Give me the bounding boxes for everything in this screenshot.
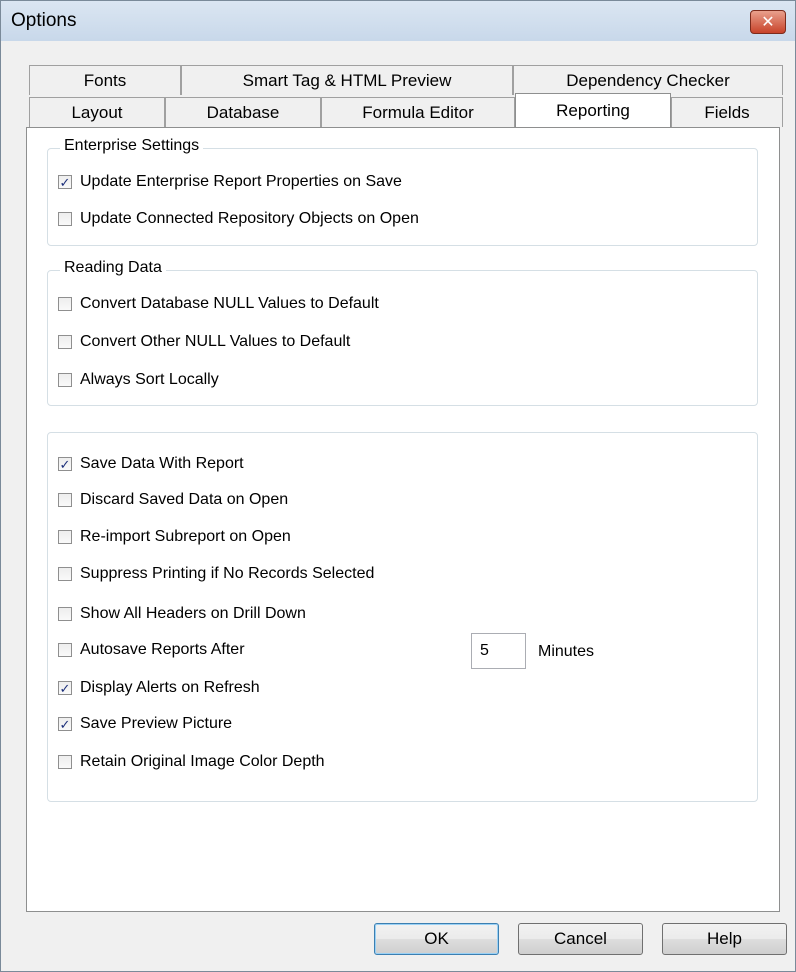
ok-button[interactable]: OK (374, 923, 499, 955)
help-label: Help (707, 929, 742, 948)
group-title: Enterprise Settings (60, 137, 204, 155)
tab-reporting[interactable]: Reporting (515, 93, 671, 127)
options-dialog: Options ✕ Fonts Smart Tag & HTML Preview… (0, 0, 796, 972)
help-button[interactable]: Help (662, 923, 787, 955)
window-title: Options (11, 10, 77, 31)
cancel-button[interactable]: Cancel (518, 923, 643, 955)
cancel-label: Cancel (554, 929, 607, 948)
tab-smart-tag-html-preview[interactable]: Smart Tag & HTML Preview (181, 65, 513, 95)
checkbox-label: Re-import Subreport on Open (80, 528, 291, 545)
checkbox-label: Save Preview Picture (80, 715, 233, 732)
discard-saved-data-checkbox[interactable]: Discard Saved Data on Open (58, 491, 288, 509)
tab-row-lower: Layout Database Formula Editor Reporting… (29, 93, 783, 127)
enterprise-settings-group: Enterprise Settings ✓ Update Enterprise … (47, 137, 758, 246)
tab-database[interactable]: Database (165, 97, 321, 127)
title-bar[interactable]: Options ✕ (1, 1, 795, 41)
tab-fields[interactable]: Fields (671, 97, 783, 127)
checkmark-icon[interactable]: ✓ (58, 681, 72, 695)
checkbox-label: Discard Saved Data on Open (80, 491, 289, 508)
checkmark-icon[interactable]: ✓ (58, 457, 72, 471)
checkbox-label: Display Alerts on Refresh (80, 679, 260, 696)
suppress-printing-checkbox[interactable]: Suppress Printing if No Records Selected (58, 565, 374, 583)
reimport-subreport-checkbox[interactable]: Re-import Subreport on Open (58, 528, 291, 546)
checkbox-box[interactable] (58, 212, 72, 226)
autosave-reports-checkbox[interactable]: Autosave Reports After (58, 641, 245, 659)
close-icon: ✕ (761, 14, 775, 31)
tab-label: Dependency Checker (566, 70, 730, 90)
checkbox-box[interactable] (58, 643, 72, 657)
checkbox-label: Update Connected Repository Objects on O… (80, 210, 419, 227)
checkmark-icon[interactable]: ✓ (58, 175, 72, 189)
checkbox-box[interactable] (58, 530, 72, 544)
display-alerts-checkbox[interactable]: ✓ Display Alerts on Refresh (58, 679, 260, 697)
tab-label: Fields (704, 102, 750, 122)
checkbox-label: Autosave Reports After (80, 641, 245, 658)
tab-layout[interactable]: Layout (29, 97, 165, 127)
tab-row-upper: Fonts Smart Tag & HTML Preview Dependenc… (29, 65, 783, 95)
save-data-with-report-checkbox[interactable]: ✓ Save Data With Report (58, 455, 244, 473)
tab-label: Formula Editor (362, 102, 474, 122)
checkbox-box[interactable] (58, 607, 72, 621)
checkbox-box[interactable] (58, 567, 72, 581)
autosave-minutes-value: 5 (480, 642, 489, 659)
minutes-label: Minutes (538, 643, 595, 660)
checkbox-label: Update Enterprise Report Properties on S… (80, 173, 402, 190)
checkbox-label: Show All Headers on Drill Down (80, 605, 306, 622)
close-button[interactable]: ✕ (750, 10, 786, 34)
ok-label: OK (424, 929, 449, 948)
checkmark-icon[interactable]: ✓ (58, 717, 72, 731)
reading-data-group: Reading Data Convert Database NULL Value… (47, 259, 758, 406)
autosave-minutes-input[interactable]: 5 (471, 633, 526, 669)
show-all-headers-checkbox[interactable]: Show All Headers on Drill Down (58, 605, 306, 623)
save-preview-picture-checkbox[interactable]: ✓ Save Preview Picture (58, 715, 232, 733)
checkbox-label: Convert Other NULL Values to Default (80, 333, 351, 350)
tab-label: Database (206, 102, 280, 122)
tab-dependency-checker[interactable]: Dependency Checker (513, 65, 783, 95)
checkbox-box[interactable] (58, 755, 72, 769)
tab-fonts[interactable]: Fonts (29, 65, 181, 95)
update-connected-repository-checkbox[interactable]: Update Connected Repository Objects on O… (58, 210, 419, 228)
retain-color-depth-checkbox[interactable]: Retain Original Image Color Depth (58, 753, 325, 771)
tab-formula-editor[interactable]: Formula Editor (321, 97, 515, 127)
checkbox-box[interactable] (58, 373, 72, 387)
tab-label: Layout (71, 102, 123, 122)
reporting-tab-panel: Enterprise Settings ✓ Update Enterprise … (26, 127, 780, 912)
checkbox-label: Save Data With Report (80, 455, 244, 472)
checkbox-box[interactable] (58, 335, 72, 349)
checkbox-label: Retain Original Image Color Depth (80, 753, 325, 770)
tab-label: Smart Tag & HTML Preview (242, 70, 452, 90)
convert-other-null-checkbox[interactable]: Convert Other NULL Values to Default (58, 333, 350, 351)
checkbox-box[interactable] (58, 297, 72, 311)
convert-database-null-checkbox[interactable]: Convert Database NULL Values to Default (58, 295, 379, 313)
report-options-group: ✓ Save Data With Report Discard Saved Da… (47, 432, 758, 802)
always-sort-locally-checkbox[interactable]: Always Sort Locally (58, 371, 219, 389)
checkbox-label: Always Sort Locally (80, 371, 219, 388)
tab-label: Fonts (83, 70, 127, 90)
checkbox-box[interactable] (58, 493, 72, 507)
group-title: Reading Data (60, 259, 166, 277)
checkbox-label: Suppress Printing if No Records Selected (80, 565, 375, 582)
checkbox-label: Convert Database NULL Values to Default (80, 295, 379, 312)
tab-label: Reporting (556, 100, 630, 120)
update-enterprise-properties-checkbox[interactable]: ✓ Update Enterprise Report Properties on… (58, 173, 402, 191)
